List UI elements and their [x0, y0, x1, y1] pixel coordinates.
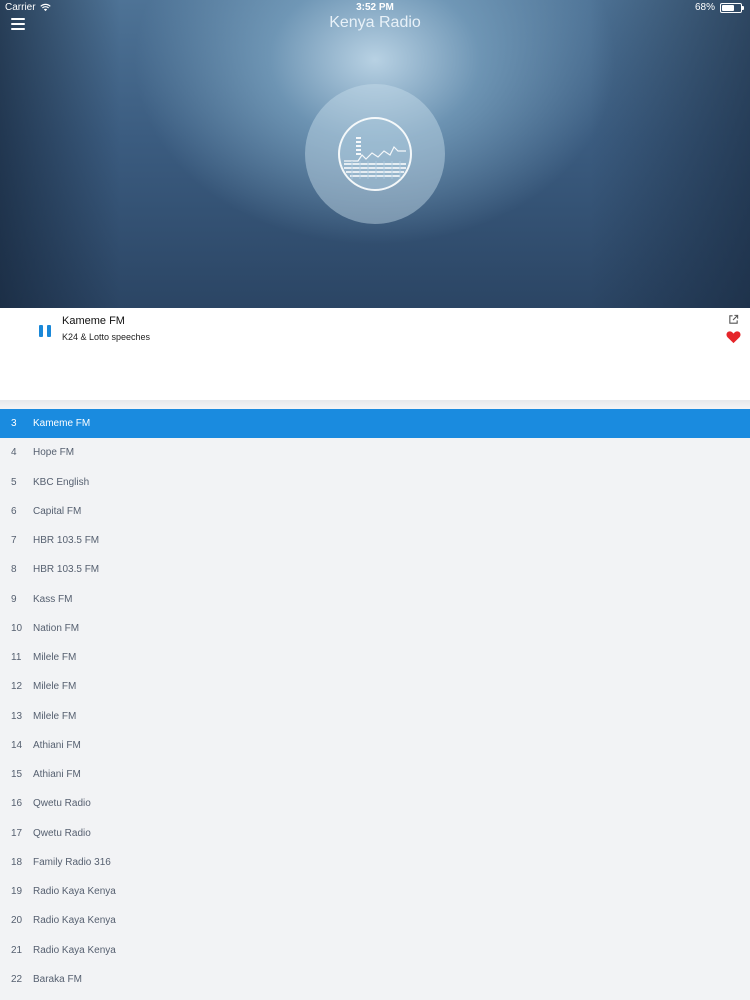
station-artwork: [305, 84, 445, 224]
station-name: Athiani FM: [33, 769, 81, 781]
hero-artwork-area: Carrier 3:52 PM 68% Kenya Radio: [0, 0, 750, 308]
station-number: 5: [11, 476, 17, 488]
station-number: 17: [11, 827, 23, 839]
station-row[interactable]: 11 Milele FM: [0, 643, 750, 672]
station-name: Family Radio 316: [33, 856, 111, 868]
station-number: 7: [11, 535, 17, 547]
station-row[interactable]: 3 Kameme FM: [0, 409, 750, 439]
station-row[interactable]: 10 Nation FM: [0, 614, 750, 643]
station-row[interactable]: 20 Radio Kaya Kenya: [0, 906, 750, 935]
station-number: 9: [11, 593, 17, 605]
station-row[interactable]: 19 Radio Kaya Kenya: [0, 877, 750, 906]
now-playing-bar: Kameme FM K24 & Lotto speeches: [0, 308, 750, 400]
station-row[interactable]: 5 KBC English: [0, 468, 750, 497]
station-list: 3 Kameme FM 4 Hope FM 5 KBC English 6 Capital F…: [0, 409, 750, 994]
station-row[interactable]: 21 Radio Kaya Kenya: [0, 936, 750, 965]
station-row[interactable]: 4 Hope FM: [0, 438, 750, 467]
now-playing-track: K24 & Lotto speeches: [62, 332, 151, 342]
battery-percent: 68%: [694, 2, 715, 13]
station-number: 20: [11, 915, 23, 927]
station-row[interactable]: 17 Qwetu Radio: [0, 819, 750, 848]
station-name: KBC English: [33, 476, 90, 488]
station-number: 13: [11, 710, 23, 722]
station-name: Hope FM: [33, 447, 75, 459]
now-playing-station: Kameme FM: [62, 315, 125, 327]
share-icon[interactable]: [728, 314, 739, 325]
heart-icon[interactable]: [726, 330, 741, 344]
station-row[interactable]: 22 Baraka FM: [0, 965, 750, 994]
station-row[interactable]: 13 Milele FM: [0, 702, 750, 731]
station-number: 21: [11, 944, 23, 956]
station-number: 22: [11, 973, 23, 985]
station-name: Milele FM: [33, 681, 77, 693]
page-title: Kenya Radio: [329, 14, 421, 31]
station-name: Kameme FM: [33, 418, 91, 430]
station-name: Qwetu Radio: [33, 827, 91, 839]
station-name: Qwetu Radio: [33, 798, 91, 810]
station-row[interactable]: 14 Athiani FM: [0, 731, 750, 760]
pause-bar-left: [39, 325, 43, 337]
station-name: Nation FM: [33, 622, 80, 634]
station-name: Kass FM: [33, 593, 73, 605]
station-number: 19: [11, 886, 23, 898]
station-row[interactable]: 15 Athiani FM: [0, 760, 750, 789]
station-row[interactable]: 9 Kass FM: [0, 585, 750, 614]
station-number: 10: [11, 622, 23, 634]
station-row[interactable]: 6 Capital FM: [0, 497, 750, 526]
station-row[interactable]: 18 Family Radio 316: [0, 848, 750, 877]
station-name: Radio Kaya Kenya: [33, 915, 116, 927]
station-name: Milele FM: [33, 710, 77, 722]
station-row[interactable]: 8 HBR 103.5 FM: [0, 555, 750, 584]
station-number: 11: [11, 652, 22, 664]
station-row[interactable]: 7 HBR 103.5 FM: [0, 526, 750, 555]
battery-fill: [722, 4, 735, 11]
station-name: Athiani FM: [33, 739, 81, 751]
station-row[interactable]: 16 Qwetu Radio: [0, 789, 750, 818]
station-number: 14: [11, 739, 23, 751]
battery-icon: [720, 2, 744, 13]
station-name: Radio Kaya Kenya: [33, 944, 116, 956]
station-row[interactable]: 12 Milele FM: [0, 672, 750, 701]
equalizer-icon: [344, 137, 406, 179]
station-name: Capital FM: [33, 505, 82, 517]
station-name: Baraka FM: [33, 973, 82, 985]
station-number: 18: [11, 856, 23, 868]
station-name: HBR 103.5 FM: [33, 535, 100, 547]
station-number: 8: [11, 564, 17, 576]
station-number: 15: [11, 769, 23, 781]
station-name: Radio Kaya Kenya: [33, 886, 116, 898]
station-number: 4: [11, 447, 17, 459]
divider: [0, 400, 750, 408]
station-name: HBR 103.5 FM: [33, 564, 100, 576]
pause-bar-right: [47, 325, 51, 337]
station-number: 16: [11, 798, 23, 810]
status-time: 3:52 PM: [356, 2, 394, 13]
station-name: Milele FM: [33, 652, 77, 664]
station-number: 3: [11, 418, 17, 430]
station-number: 12: [11, 681, 23, 693]
battery-group: 68%: [694, 2, 744, 13]
station-number: 6: [11, 505, 17, 517]
artwork-ring: [338, 117, 412, 191]
pause-button[interactable]: [39, 325, 51, 339]
